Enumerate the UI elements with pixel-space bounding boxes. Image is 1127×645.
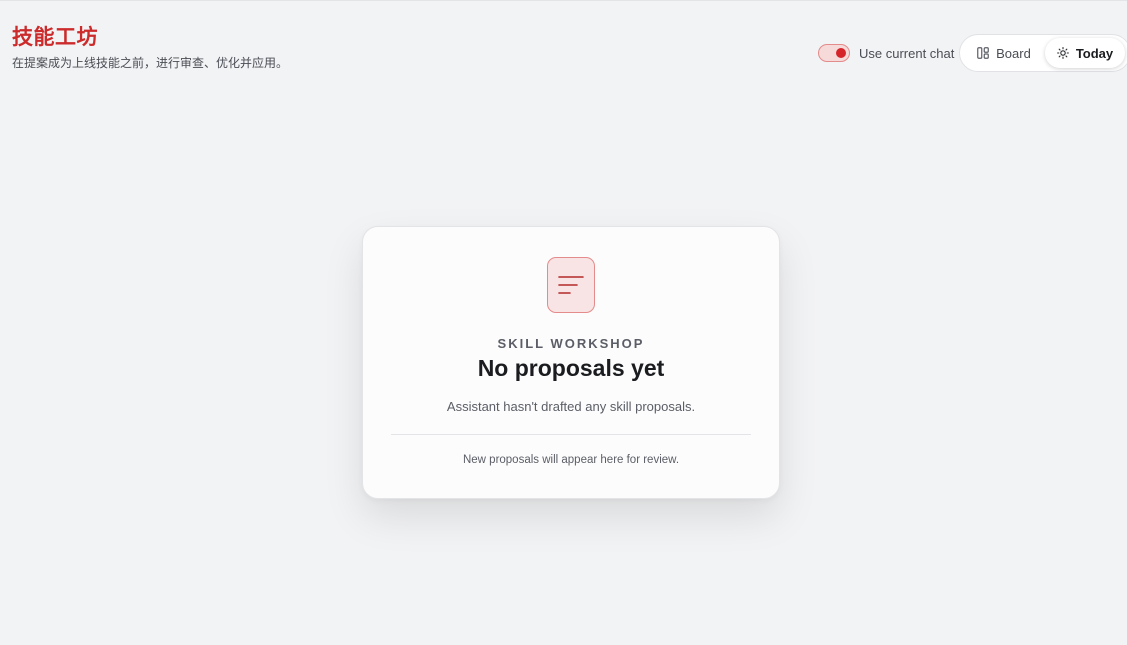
use-current-chat-label: Use current chat [859,45,955,61]
empty-state-eyebrow: SKILL WORKSHOP [497,336,645,351]
page-subtitle: 在提案成为上线技能之前，进行审查、优化并应用。 [12,56,289,70]
board-icon [977,47,989,59]
board-view-button[interactable]: Board [963,38,1045,68]
skill-workshop-page: 技能工坊 在提案成为上线技能之前，进行审查、优化并应用。 Use current… [0,0,1127,645]
empty-state-footnote: New proposals will appear here for revie… [462,454,680,466]
empty-state-title: No proposals yet [477,355,665,381]
empty-state-description: Assistant hasn't drafted any skill propo… [446,399,696,414]
toggle-track[interactable] [818,44,850,62]
today-view-button[interactable]: Today [1045,38,1125,68]
view-switch: Board Today [959,34,1127,72]
use-current-chat-toggle[interactable]: Use current chat [818,43,954,63]
empty-state-card: SKILL WORKSHOP No proposals yet Assistan… [362,226,780,499]
today-view-label: Today [1075,45,1114,61]
toggle-knob [836,48,846,58]
board-view-label: Board [996,45,1031,61]
sun-icon [1056,47,1069,59]
lines-align-left-icon [547,257,595,313]
page-title: 技能工坊 [12,25,98,49]
divider [391,434,751,435]
